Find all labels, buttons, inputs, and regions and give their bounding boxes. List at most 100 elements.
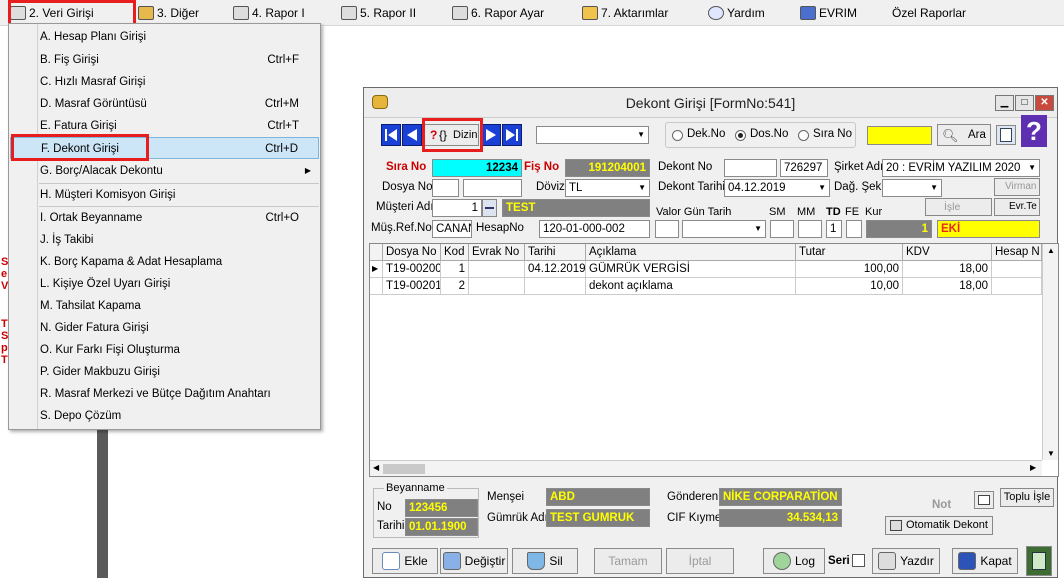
menu-item-is-takibi[interactable]: J. İş Takibi: [10, 229, 319, 251]
valor-tarih-combo[interactable]: [682, 220, 766, 238]
menu-rapor-ayar[interactable]: 6. Rapor Ayar: [452, 3, 544, 23]
menu-item-hizli-masraf[interactable]: C. Hızlı Masraf Girişi: [10, 71, 319, 93]
mus-ref-field[interactable]: CANAN: [432, 220, 472, 238]
fis-no-field[interactable]: 191204001: [565, 159, 650, 177]
musteri-lookup-button[interactable]: [482, 199, 497, 217]
td-field[interactable]: 1: [826, 220, 842, 238]
menu-item-kisiye-ozel-uyari[interactable]: L. Kişiye Özel Uyarı Girişi: [10, 273, 319, 295]
kapat-button[interactable]: Kapat: [952, 548, 1018, 574]
menu-item-borc-kapama[interactable]: K. Borç Kapama & Adat Hesaplama: [10, 251, 319, 273]
hesap-no-field[interactable]: 120-01-000-002: [539, 220, 650, 238]
menu-rapor-1[interactable]: 4. Rapor I: [233, 3, 305, 23]
note-printer-button[interactable]: [974, 491, 994, 509]
evr-te-button[interactable]: Evr.Te: [994, 198, 1040, 216]
menu-item-dekont-girisi[interactable]: F. Dekont Girişi Ctrl+D: [10, 137, 319, 159]
log-button[interactable]: Log: [763, 548, 825, 574]
sirket-combo[interactable]: 20 : EVRİM YAZILIM 2020: [882, 159, 1040, 177]
menu-yardim[interactable]: Yardım: [708, 3, 765, 23]
grid-header-aciklama[interactable]: Açıklama: [586, 244, 796, 261]
edit-icon: [442, 552, 461, 570]
cif-kiymet-field[interactable]: 34.534,13: [719, 509, 842, 527]
beyanname-tarih-field[interactable]: 01.01.1900: [405, 518, 478, 536]
grid-header-kdv[interactable]: KDV: [903, 244, 992, 261]
mensei-field[interactable]: ABD: [546, 488, 650, 506]
fe-field[interactable]: [846, 220, 862, 238]
view-doc-button[interactable]: [996, 125, 1016, 145]
gonderen-field[interactable]: NİKE CORPARATİON: [719, 488, 842, 506]
help-question-icon[interactable]: ?: [1021, 115, 1047, 147]
grid-horizontal-scrollbar[interactable]: ◀ ▶: [370, 460, 1042, 476]
grid-header-dosya-no[interactable]: Dosya No: [383, 244, 441, 261]
close-button[interactable]: ✕: [1035, 95, 1054, 111]
maximize-button[interactable]: □: [1015, 95, 1034, 111]
radio-dos-no[interactable]: [735, 130, 746, 141]
search-type-combo[interactable]: [536, 126, 649, 144]
radio-sira-no[interactable]: [798, 130, 809, 141]
last-record-button[interactable]: [502, 124, 522, 146]
menu-rapor-2[interactable]: 5. Rapor II: [341, 3, 416, 23]
next-record-button[interactable]: [481, 124, 501, 146]
grid-header-tutar[interactable]: Tutar: [796, 244, 903, 261]
scroll-thumb[interactable]: [383, 464, 425, 474]
otomatik-dekont-button[interactable]: Otomatik Dekont: [885, 516, 993, 535]
menu-item-gider-fatura[interactable]: N. Gider Fatura Girişi: [10, 317, 319, 339]
menu-diger[interactable]: 3. Diğer: [138, 3, 199, 23]
dosya-no-field-2[interactable]: [463, 179, 522, 197]
menu-item-masraf-merkezi[interactable]: R. Masraf Merkezi ve Bütçe Dağıtım Anaht…: [10, 383, 319, 405]
kur-field[interactable]: 1: [866, 220, 932, 238]
menu-item-fis-girisi[interactable]: B. Fiş Girişi Ctrl+F: [10, 49, 319, 71]
doviz-combo[interactable]: TL: [565, 179, 650, 197]
menu-aktarimlar[interactable]: 7. Aktarımlar: [582, 3, 668, 23]
ara-button[interactable]: 🔍︎ Ara: [937, 124, 991, 146]
iptal-button[interactable]: İptal: [666, 548, 734, 574]
degistir-button[interactable]: Değiştir: [440, 548, 508, 574]
mm-field[interactable]: [798, 220, 822, 238]
sira-no-field[interactable]: 12234: [432, 159, 522, 177]
yazdir-button[interactable]: Yazdır: [872, 548, 940, 574]
musteri-ad-field[interactable]: TEST: [502, 199, 650, 217]
menu-item-fatura-girisi[interactable]: E. Fatura Girişi Ctrl+T: [10, 115, 319, 137]
valor-gun-field[interactable]: [655, 220, 679, 238]
menu-item-borc-alacak-dekontu[interactable]: G. Borç/Alacak Dekontu ▶: [10, 160, 319, 182]
search-input[interactable]: [867, 126, 932, 145]
ekle-button[interactable]: Ekle: [372, 548, 438, 574]
grid-header-evrak-no[interactable]: Evrak No: [469, 244, 525, 261]
menu-item-masraf-goruntusu[interactable]: D. Masraf Görüntüsü Ctrl+M: [10, 93, 319, 115]
calculator-button[interactable]: [1026, 546, 1052, 576]
radio-dek-no[interactable]: [672, 130, 683, 141]
first-record-button[interactable]: [381, 124, 401, 146]
virman-button[interactable]: Virman: [994, 178, 1040, 196]
dosya-no-field-1[interactable]: [432, 179, 459, 197]
eki-field[interactable]: EKİ: [937, 220, 1040, 238]
menu-item-hesap-plani[interactable]: A. Hesap Planı Girişi: [10, 26, 319, 48]
menu-evrim[interactable]: EVRIM: [800, 3, 857, 23]
sm-field[interactable]: [770, 220, 794, 238]
menu-ozel-raporlar[interactable]: Özel Raporlar: [892, 3, 966, 23]
tamam-button[interactable]: Tamam: [594, 548, 662, 574]
menu-veri-girisi[interactable]: 2. Veri Girişi: [10, 3, 94, 23]
minimize-button[interactable]: ▁: [995, 95, 1014, 111]
musteri-no-field[interactable]: 1: [432, 199, 482, 217]
grid-header-hesap-no[interactable]: Hesap N: [992, 244, 1042, 261]
grid-header-kod[interactable]: Kod: [441, 244, 469, 261]
menu-item-kur-farki[interactable]: O. Kur Farkı Fişi Oluşturma: [10, 339, 319, 361]
grid-header-tarihi[interactable]: Tarihi: [525, 244, 586, 261]
dizin-button[interactable]: ? {} Dizin: [424, 124, 479, 146]
menu-item-tahsilat-kapama[interactable]: M. Tahsilat Kapama: [10, 295, 319, 317]
menu-item-depo-cozum[interactable]: S. Depo Çözüm: [10, 405, 319, 427]
isle-button[interactable]: İşle: [925, 198, 992, 216]
beyanname-no-field[interactable]: 123456: [405, 499, 478, 517]
menu-item-musteri-komisyon[interactable]: H. Müşteri Komisyon Girişi: [10, 184, 319, 206]
dekont-no-field[interactable]: [724, 159, 777, 177]
grid-vertical-scrollbar[interactable]: ▲ ▼: [1042, 244, 1058, 460]
toplu-isle-button[interactable]: Toplu İşle: [1000, 488, 1054, 507]
previous-record-button[interactable]: [402, 124, 422, 146]
seri-checkbox[interactable]: [852, 554, 865, 567]
menu-item-gider-makbuzu[interactable]: P. Gider Makbuzu Girişi: [10, 361, 319, 383]
sil-button[interactable]: Sil: [512, 548, 578, 574]
dekont-no-2-field[interactable]: 726297: [780, 159, 828, 177]
menu-item-ortak-beyanname[interactable]: I. Ortak Beyanname Ctrl+O: [10, 207, 319, 229]
gumruk-adi-field[interactable]: TEST GUMRUK: [546, 509, 650, 527]
dekont-tarihi-field[interactable]: 04.12.2019: [724, 179, 830, 197]
dag-sek-combo[interactable]: [882, 179, 942, 197]
